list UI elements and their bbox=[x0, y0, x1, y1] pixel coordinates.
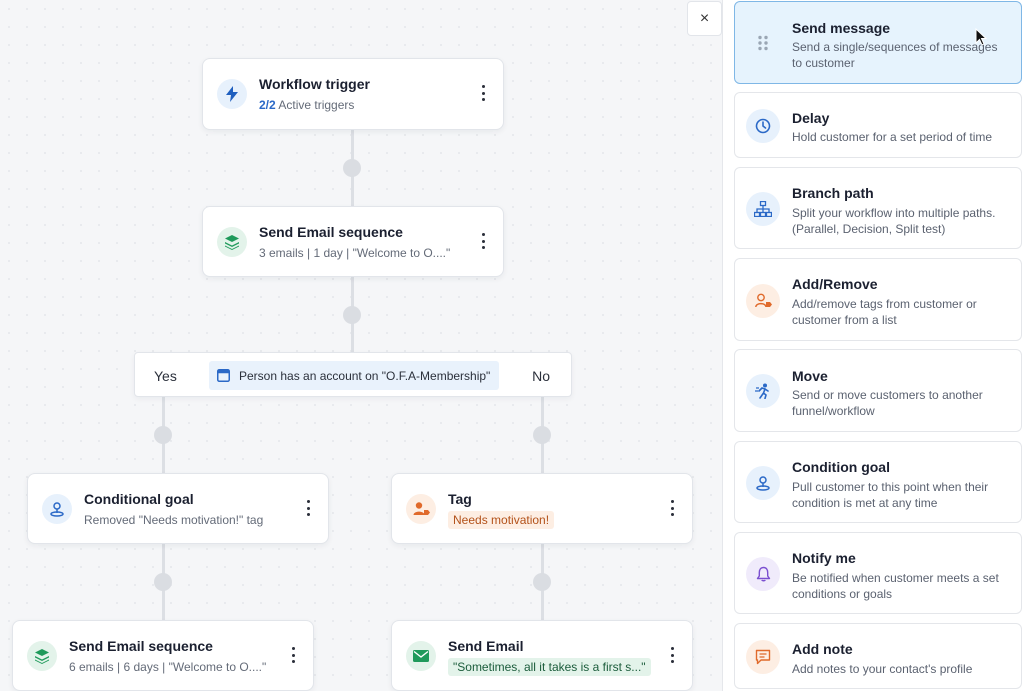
email-subject-chip: "Sometimes, all it takes is a first s...… bbox=[448, 658, 651, 676]
action-title: Add note bbox=[792, 641, 853, 657]
layers-icon bbox=[217, 227, 247, 257]
more-options-icon[interactable] bbox=[304, 500, 312, 516]
node-subtitle: Removed "Needs motivation!" tag bbox=[84, 513, 264, 527]
branch-no-label: No bbox=[532, 368, 550, 384]
goal-pin-icon bbox=[746, 466, 780, 500]
condition-text: Person has an account on "O.F.A-Membersh… bbox=[239, 368, 491, 383]
more-options-icon[interactable] bbox=[668, 647, 676, 663]
more-options-icon[interactable] bbox=[479, 233, 487, 249]
more-options-icon[interactable] bbox=[668, 500, 676, 516]
action-notify-me[interactable]: Notify me Be notified when customer meet… bbox=[734, 532, 1022, 614]
action-description: Add/remove tags from customer or custome… bbox=[792, 297, 977, 327]
send-email-sequence-node[interactable]: Send Email sequence 3 emails | 1 day | "… bbox=[202, 206, 504, 277]
action-title: Condition goal bbox=[792, 459, 890, 475]
action-title: Delay bbox=[792, 110, 830, 126]
action-description: Pull customer to this point when their c… bbox=[792, 480, 989, 510]
action-description: Split your workflow into multiple paths.… bbox=[792, 206, 996, 236]
node-title: Send Email sequence bbox=[69, 638, 213, 654]
more-options-icon[interactable] bbox=[289, 647, 297, 663]
node-subtitle: "Sometimes, all it takes is a first s...… bbox=[448, 658, 651, 676]
node-title: Workflow trigger bbox=[259, 76, 370, 92]
connector-dot[interactable] bbox=[343, 159, 361, 177]
send-email-node[interactable]: Send Email "Sometimes, all it takes is a… bbox=[391, 620, 693, 691]
action-move[interactable]: Move Send or move customers to another f… bbox=[734, 349, 1022, 432]
node-title: Send Email sequence bbox=[259, 224, 403, 240]
action-title: Notify me bbox=[792, 550, 856, 566]
action-delay[interactable]: Delay Hold customer for a set period of … bbox=[734, 92, 1022, 158]
connector-dot[interactable] bbox=[154, 573, 172, 591]
action-add-note[interactable]: Add note Add notes to your contact's pro… bbox=[734, 623, 1022, 689]
node-subtitle: 6 emails | 6 days | "Welcome to O...." bbox=[69, 660, 267, 674]
running-person-icon bbox=[746, 374, 780, 408]
bell-icon bbox=[746, 557, 780, 591]
user-tag-icon bbox=[406, 494, 436, 524]
action-title: Move bbox=[792, 368, 828, 384]
action-condition-goal[interactable]: Condition goal Pull customer to this poi… bbox=[734, 441, 1022, 523]
condition-chip[interactable]: Person has an account on "O.F.A-Membersh… bbox=[209, 361, 499, 390]
branch-condition-bar[interactable]: Yes Person has an account on "O.F.A-Memb… bbox=[134, 352, 572, 397]
tag-chip: Needs motivation! bbox=[448, 511, 555, 529]
layers-icon bbox=[27, 641, 57, 671]
action-description: Add notes to your contact's profile bbox=[792, 662, 973, 676]
action-title: Add/Remove bbox=[792, 276, 878, 292]
node-subtitle: Needs motivation! bbox=[448, 511, 555, 529]
goal-pin-icon bbox=[42, 494, 72, 524]
action-title: Send message bbox=[792, 20, 891, 36]
send-email-sequence-node[interactable]: Send Email sequence 6 emails | 6 days | … bbox=[12, 620, 314, 691]
more-options-icon[interactable] bbox=[479, 85, 487, 101]
envelope-icon bbox=[406, 641, 436, 671]
user-tag-icon bbox=[746, 284, 780, 318]
action-description: Send or move customers to another funnel… bbox=[792, 388, 983, 418]
connector-dot[interactable] bbox=[154, 426, 172, 444]
connector-dot[interactable] bbox=[533, 426, 551, 444]
hierarchy-icon bbox=[746, 192, 780, 226]
action-description: Be notified when customer meets a set co… bbox=[792, 571, 999, 601]
connector-dot[interactable] bbox=[533, 573, 551, 591]
node-title: Tag bbox=[448, 491, 472, 507]
action-title: Branch path bbox=[792, 185, 874, 201]
conditional-goal-node[interactable]: Conditional goal Removed "Needs motivati… bbox=[27, 473, 329, 544]
node-title: Conditional goal bbox=[84, 491, 194, 507]
clock-icon bbox=[746, 109, 780, 143]
node-title: Send Email bbox=[448, 638, 524, 654]
node-subtitle: 2/2 Active triggers bbox=[259, 98, 354, 112]
mouse-pointer-icon bbox=[975, 28, 987, 46]
branch-yes-label: Yes bbox=[154, 368, 177, 384]
action-add-remove[interactable]: Add/Remove Add/remove tags from customer… bbox=[734, 258, 1022, 341]
active-trigger-label: Active triggers bbox=[278, 98, 355, 112]
node-subtitle: 3 emails | 1 day | "Welcome to O...." bbox=[259, 246, 451, 260]
calendar-icon bbox=[217, 369, 230, 382]
action-panel: Send message Send a single/sequences of … bbox=[722, 0, 1024, 691]
note-icon bbox=[746, 640, 780, 674]
connector-dot[interactable] bbox=[343, 306, 361, 324]
lightning-icon bbox=[217, 79, 247, 109]
active-trigger-count: 2/2 bbox=[259, 98, 276, 112]
action-branch-path[interactable]: Branch path Split your workflow into mul… bbox=[734, 167, 1022, 249]
action-description: Hold customer for a set period of time bbox=[792, 130, 993, 144]
close-panel-button[interactable]: × bbox=[687, 1, 722, 36]
drag-handle-icon[interactable] bbox=[746, 26, 780, 60]
workflow-canvas[interactable]: Workflow trigger 2/2 Active triggers Sen… bbox=[0, 0, 722, 691]
tag-node[interactable]: Tag Needs motivation! bbox=[391, 473, 693, 544]
workflow-trigger-node[interactable]: Workflow trigger 2/2 Active triggers bbox=[202, 58, 504, 130]
